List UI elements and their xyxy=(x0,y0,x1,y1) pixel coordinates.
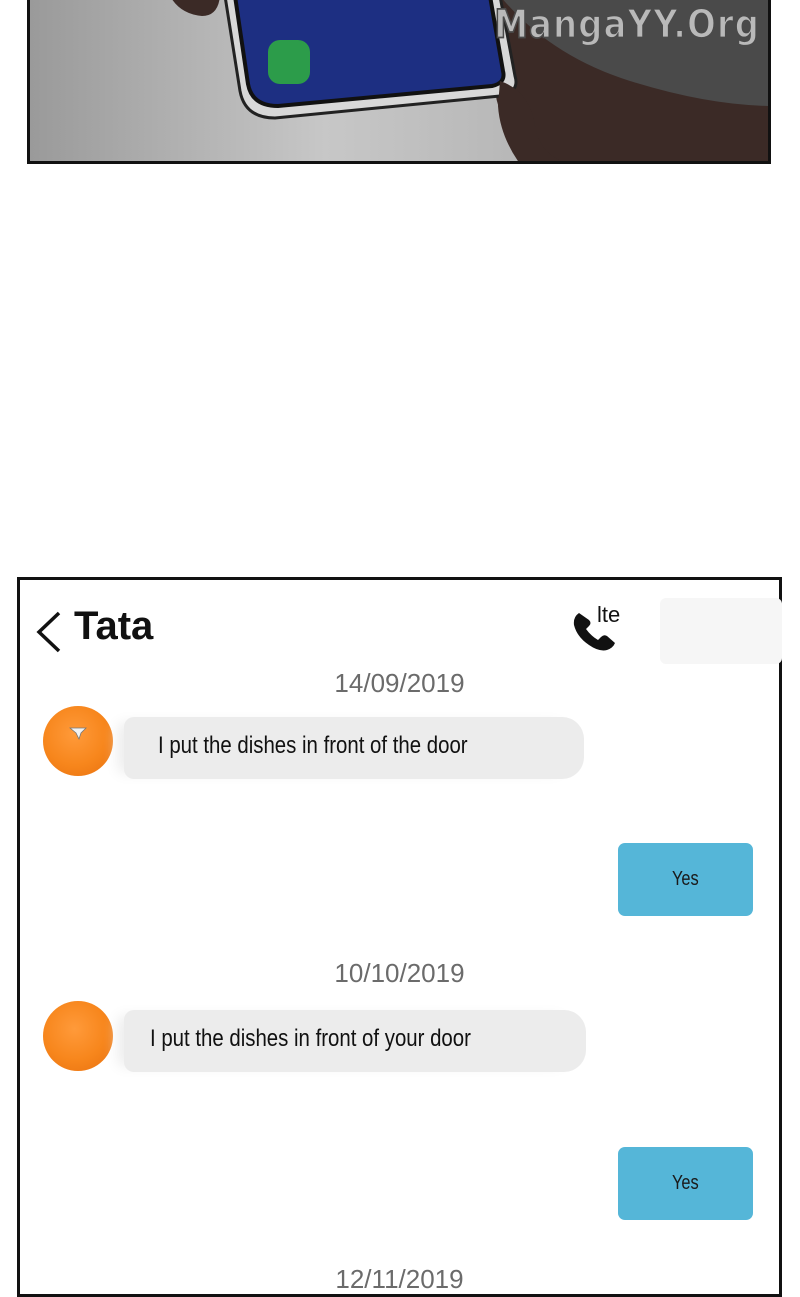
avatar-mark-icon xyxy=(69,727,87,740)
comic-panel-top: MangaYY.Org xyxy=(27,0,771,164)
chevron-left-icon[interactable] xyxy=(34,610,64,654)
outgoing-message-text: Yes xyxy=(672,868,699,890)
header-blank-area xyxy=(660,598,782,664)
outgoing-message: Yes xyxy=(618,843,753,916)
watermark: MangaYY.Org xyxy=(493,1,760,49)
contact-avatar[interactable] xyxy=(43,706,113,776)
incoming-message-text: I put the dishes in front of your door xyxy=(150,1025,471,1052)
chat-header: Tata lte xyxy=(20,580,782,670)
contact-avatar[interactable] xyxy=(43,1001,113,1071)
chat-screen: Tata lte 14/09/2019 I put the dishes in … xyxy=(17,577,782,1297)
date-label: 10/10/2019 xyxy=(334,958,465,988)
incoming-message: I put the dishes in front of the door xyxy=(124,717,584,779)
date-label: 14/09/2019 xyxy=(334,668,465,698)
outgoing-message: Yes xyxy=(618,1147,753,1220)
contact-name: Tata xyxy=(74,604,154,648)
outgoing-message-text: Yes xyxy=(672,1172,699,1194)
incoming-message: I put the dishes in front of your door xyxy=(124,1010,586,1072)
network-label: lte xyxy=(597,602,621,627)
incoming-message-text: I put the dishes in front of the door xyxy=(158,732,468,759)
